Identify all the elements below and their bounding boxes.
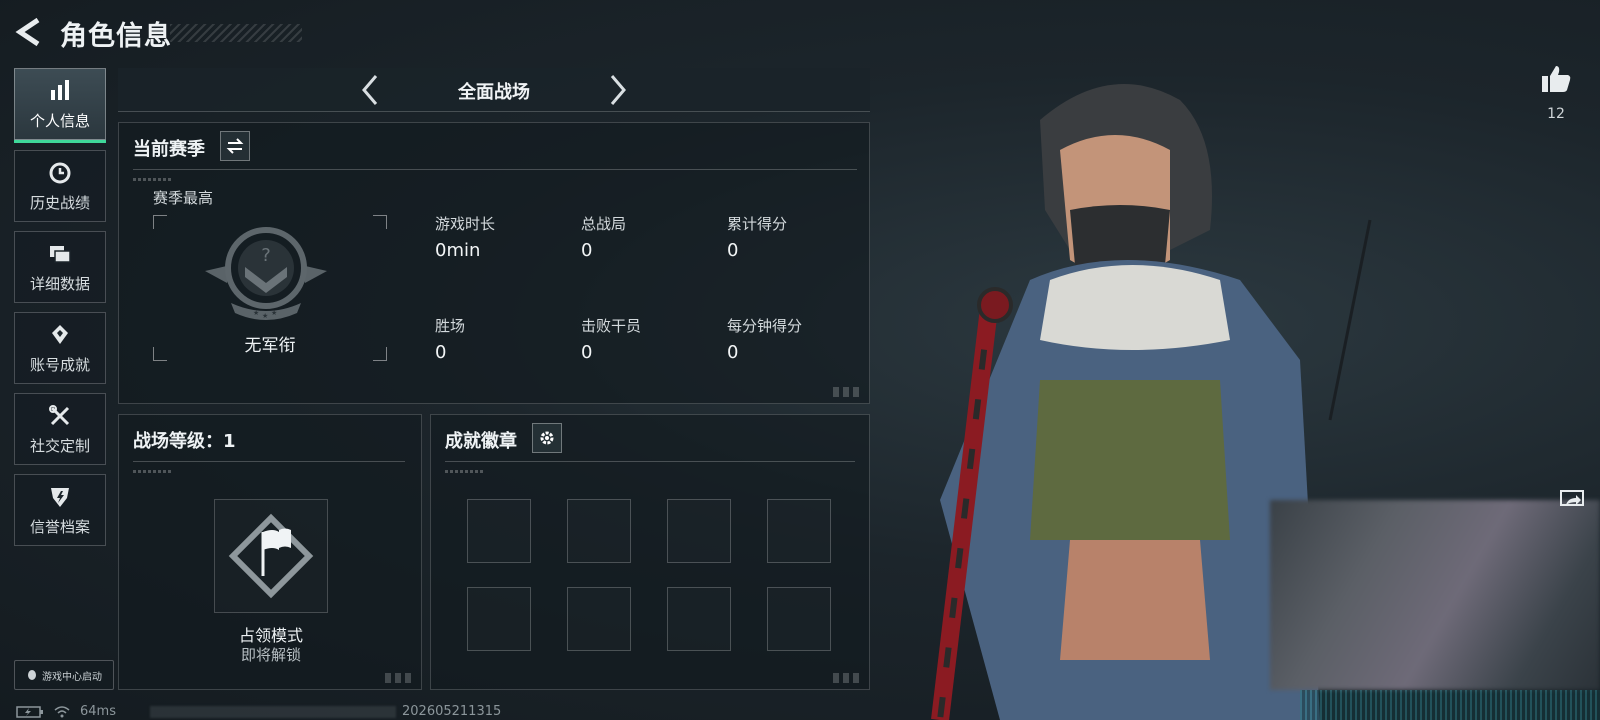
- title-decoration: [170, 24, 302, 42]
- share-button[interactable]: [1560, 490, 1584, 506]
- stat-label: 游戏时长: [435, 215, 496, 233]
- current-season-panel: 当前赛季 赛季最高 ? ★ ★ ★ 无军衔 游戏时长 0min 总战局 0 累计…: [118, 122, 870, 404]
- rank-name: 无军衔: [244, 336, 296, 356]
- svg-text:★: ★: [271, 309, 277, 317]
- panel-corner-decoration: [385, 673, 415, 683]
- badge-slot[interactable]: [467, 499, 531, 563]
- next-mode-button[interactable]: [602, 72, 632, 108]
- swap-icon: [226, 138, 244, 154]
- badge-slot[interactable]: [667, 587, 731, 651]
- flag-icon: [228, 513, 314, 599]
- achievement-icon: [52, 324, 68, 344]
- sidebar-item-detailed-data[interactable]: 详细数据: [14, 231, 106, 303]
- stat-label: 累计得分: [727, 215, 788, 233]
- tools-icon: [49, 404, 70, 425]
- frame-corner: [153, 215, 167, 229]
- blurred-player-id: [150, 706, 396, 718]
- like-button[interactable]: [1536, 64, 1576, 100]
- sidebar-item-social-customization[interactable]: 社交定制: [14, 393, 106, 465]
- svg-text:★: ★: [262, 312, 268, 320]
- ping-display: 64ms: [80, 704, 116, 719]
- badge-slot[interactable]: [467, 587, 531, 651]
- stat-value: 0: [581, 342, 593, 363]
- sidebar-item-label: 信誉档案: [29, 517, 90, 536]
- sidebar-item-credit-profile[interactable]: 信誉档案: [14, 474, 106, 546]
- mode-selector-bar: 全面战场: [118, 68, 870, 112]
- achievement-settings-button[interactable]: [532, 423, 562, 453]
- stat-label: 每分钟得分: [727, 317, 803, 335]
- sidebar-item-label: 账号成就: [29, 355, 90, 374]
- like-count: 12: [1547, 106, 1565, 122]
- sidebar-item-label: 详细数据: [29, 274, 90, 293]
- divider: [133, 169, 857, 170]
- capture-mode-card[interactable]: [214, 499, 328, 613]
- share-icon: [1566, 495, 1581, 505]
- page-title: 角色信息: [60, 21, 172, 52]
- capture-mode-name: 占领模式: [238, 626, 303, 645]
- rank-emblem-icon: ? ★ ★ ★: [205, 227, 327, 320]
- launch-badge-label: 游戏中心启动: [42, 671, 102, 683]
- stat-label: 胜场: [435, 317, 466, 335]
- current-season-title: 当前赛季: [133, 139, 205, 160]
- svg-text:?: ?: [261, 245, 271, 266]
- decorative-light-strip: [1300, 690, 1600, 720]
- bar-chart-icon: [51, 79, 69, 100]
- frame-corner: [373, 215, 387, 229]
- achievement-badges-panel: 成就徽章: [430, 414, 870, 690]
- back-button[interactable]: [14, 16, 46, 48]
- panel-corner-decoration: [833, 387, 863, 397]
- divider-decoration: [133, 470, 173, 473]
- game-center-launch-badge[interactable]: 游戏中心启动: [14, 660, 114, 690]
- badge-slot[interactable]: [767, 587, 831, 651]
- blurred-video-overlay: [1270, 500, 1600, 690]
- stat-value: 0: [727, 342, 739, 363]
- build-id: 202605211315: [402, 704, 502, 719]
- capture-mode-status: 即将解锁: [240, 646, 301, 664]
- stat-value: 0min: [435, 240, 481, 261]
- badge-slot[interactable]: [567, 499, 631, 563]
- divider: [445, 461, 855, 462]
- sidebar-item-account-achievements[interactable]: 账号成就: [14, 312, 106, 384]
- shield-icon: [51, 487, 69, 507]
- stat-value: 0: [435, 342, 447, 363]
- thumbs-up-icon: [1542, 66, 1571, 92]
- history-icon: [49, 162, 71, 183]
- badge-slot[interactable]: [567, 587, 631, 651]
- stat-value: 0: [581, 240, 593, 261]
- stat-label: 击败干员: [581, 317, 642, 335]
- badge-slot[interactable]: [767, 499, 831, 563]
- sidebar-item-label: 社交定制: [29, 436, 90, 455]
- sidebar-item-label: 历史战绩: [29, 193, 90, 212]
- mode-title: 全面战场: [458, 82, 530, 103]
- panel-corner-decoration: [833, 673, 863, 683]
- stat-label: 总战局: [581, 215, 627, 233]
- battlefield-level-panel: 战场等级：1 占领模式 即将解锁: [118, 414, 422, 690]
- penguin-icon: [28, 670, 36, 680]
- season-switch-button[interactable]: [220, 131, 250, 161]
- chevron-right-icon: [610, 75, 626, 105]
- gear-icon: [540, 431, 554, 445]
- battery-icon: [16, 706, 43, 718]
- wifi-icon: [54, 706, 70, 718]
- divider-decoration: [133, 178, 173, 181]
- divider: [133, 461, 405, 462]
- battlefield-level-title: 战场等级：1: [133, 431, 236, 452]
- folder-icon: [50, 245, 71, 263]
- sidebar-item-match-history[interactable]: 历史战绩: [14, 150, 106, 222]
- svg-text:★: ★: [253, 309, 259, 317]
- sidebar-item-label: 个人信息: [29, 111, 90, 130]
- achievement-badges-title: 成就徽章: [445, 431, 517, 452]
- sidebar-item-personal-info[interactable]: 个人信息: [14, 68, 106, 143]
- divider-decoration: [445, 470, 485, 473]
- stat-value: 0: [727, 240, 739, 261]
- badge-slot[interactable]: [667, 499, 731, 563]
- back-arrow-icon: [15, 17, 40, 47]
- season-best-label: 赛季最高: [153, 189, 214, 207]
